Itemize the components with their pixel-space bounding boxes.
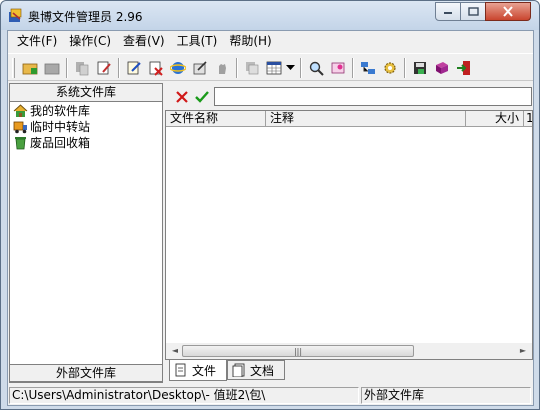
- maximize-icon: [467, 7, 479, 16]
- menu-bar: 文件(F) 操作(C) 查看(V) 工具(T) 帮助(H): [8, 31, 533, 51]
- dropdown-arrow-icon: [285, 65, 295, 70]
- external-library-button[interactable]: 外部文件库: [9, 364, 163, 382]
- scroll-left-arrow[interactable]: ◄: [168, 345, 182, 357]
- delete-document-icon: [149, 61, 163, 76]
- truck-icon: [13, 121, 27, 133]
- menu-view[interactable]: 查看(V): [117, 32, 171, 50]
- search-button[interactable]: [306, 58, 326, 78]
- tab-label: 文件: [192, 363, 217, 378]
- book-icon: [436, 62, 448, 74]
- hand-icon: [219, 64, 226, 74]
- document-icon: [232, 363, 245, 377]
- address-row: [168, 87, 533, 109]
- exit-door-icon: [457, 61, 470, 75]
- pencil-icon: [193, 61, 207, 75]
- file-icon: [175, 363, 186, 377]
- column-header-size[interactable]: 大小: [466, 111, 524, 127]
- status-bar: C:\Users\Administrator\Desktop\- 值班2\包\ …: [8, 386, 533, 405]
- minimize-icon: [444, 11, 452, 14]
- exit-button[interactable]: [454, 58, 474, 78]
- folder-add-icon: [22, 63, 38, 75]
- toolbar: [8, 53, 533, 81]
- close-button[interactable]: [485, 2, 531, 21]
- network-button[interactable]: [358, 58, 378, 78]
- menu-tools[interactable]: 工具(T): [171, 32, 224, 50]
- write-button[interactable]: [190, 58, 210, 78]
- toolbar-separator: [66, 58, 68, 78]
- file-list[interactable]: 文件名称 注释 大小 1 ◄ ||| ►: [165, 110, 533, 360]
- duplicate-icon: [246, 62, 259, 75]
- scroll-right-arrow[interactable]: ►: [516, 345, 530, 357]
- note-edit-icon: [127, 61, 141, 75]
- menu-operation[interactable]: 操作(C): [63, 32, 117, 50]
- image-icon: [331, 62, 345, 74]
- column-header-comment[interactable]: 注释: [266, 111, 466, 127]
- settings-button[interactable]: [380, 58, 400, 78]
- toolbar-grip[interactable]: [12, 58, 15, 78]
- toolbar-separator: [300, 58, 302, 78]
- home-icon: [13, 103, 28, 117]
- window-title: 奥博文件管理员 2.96: [28, 10, 143, 24]
- toolbar-separator: [352, 58, 354, 78]
- folder-icon: [44, 63, 60, 75]
- search-icon: [309, 61, 324, 76]
- address-input[interactable]: [214, 87, 532, 106]
- toolbar-separator: [404, 58, 406, 78]
- grid-view-icon: [266, 61, 282, 75]
- image-button[interactable]: [328, 58, 348, 78]
- system-library-header[interactable]: 系统文件库: [10, 84, 162, 102]
- app-window: 奥博文件管理员 2.96 文件(F) 操作(C) 查看(V) 工具(T) 帮助(…: [0, 0, 540, 410]
- tree-item-label: 废品回收箱: [30, 135, 91, 150]
- toolbar-separator: [236, 58, 238, 78]
- library-button[interactable]: [432, 58, 452, 78]
- edit-button[interactable]: [124, 58, 144, 78]
- column-header-extra[interactable]: 1: [524, 111, 532, 127]
- copy-icon: [76, 62, 89, 76]
- client-area: 文件(F) 操作(C) 查看(V) 工具(T) 帮助(H) 系统文件库 我的软件…: [7, 30, 534, 406]
- title-bar: 奥博文件管理员 2.96: [1, 1, 539, 30]
- horizontal-scrollbar[interactable]: ◄ ||| ►: [166, 343, 532, 359]
- status-library: 外部文件库: [361, 387, 531, 404]
- delete-button[interactable]: [146, 58, 166, 78]
- hand-button[interactable]: [212, 58, 232, 78]
- view-mode-button[interactable]: [264, 58, 284, 78]
- view-mode-dropdown[interactable]: [284, 58, 296, 78]
- scroll-thumb[interactable]: |||: [182, 345, 414, 357]
- tab-documents[interactable]: 文档: [227, 360, 285, 380]
- save-button[interactable]: [410, 58, 430, 78]
- disk-save-icon: [414, 62, 426, 74]
- gear-icon: [384, 62, 396, 74]
- tree-item-temp-transfer[interactable]: 临时中转站: [10, 118, 162, 134]
- tree-item-label: 我的软件库: [30, 103, 91, 118]
- maximize-button[interactable]: [460, 2, 486, 21]
- browser-button[interactable]: [168, 58, 188, 78]
- column-header-name[interactable]: 文件名称: [166, 111, 266, 127]
- confirm-check-icon[interactable]: [195, 90, 209, 104]
- document-edit-icon: [97, 61, 111, 75]
- duplicate-button[interactable]: [242, 58, 262, 78]
- network-icon: [361, 62, 375, 74]
- close-icon: [503, 6, 513, 17]
- menu-file[interactable]: 文件(F): [11, 32, 63, 50]
- toolbar-separator: [118, 58, 120, 78]
- menu-help[interactable]: 帮助(H): [223, 32, 277, 50]
- internet-explorer-icon: [170, 62, 186, 74]
- new-folder-button[interactable]: [20, 58, 40, 78]
- tab-label: 文档: [250, 363, 275, 378]
- app-icon: [7, 7, 24, 24]
- copy-button[interactable]: [72, 58, 92, 78]
- system-library-panel: 系统文件库 我的软件库 临时中转站 废品回收箱: [9, 83, 163, 383]
- tree-item-my-software[interactable]: 我的软件库: [10, 102, 162, 118]
- minimize-button[interactable]: [435, 2, 461, 21]
- tree-item-recycle-bin[interactable]: 废品回收箱: [10, 134, 162, 150]
- tree-item-label: 临时中转站: [30, 119, 91, 134]
- tab-files[interactable]: 文件: [169, 360, 227, 381]
- recycle-bin-icon: [15, 136, 26, 149]
- properties-button[interactable]: [94, 58, 114, 78]
- status-path: C:\Users\Administrator\Desktop\- 值班2\包\: [9, 387, 359, 404]
- cancel-x-icon[interactable]: [175, 90, 189, 104]
- folder-button[interactable]: [42, 58, 62, 78]
